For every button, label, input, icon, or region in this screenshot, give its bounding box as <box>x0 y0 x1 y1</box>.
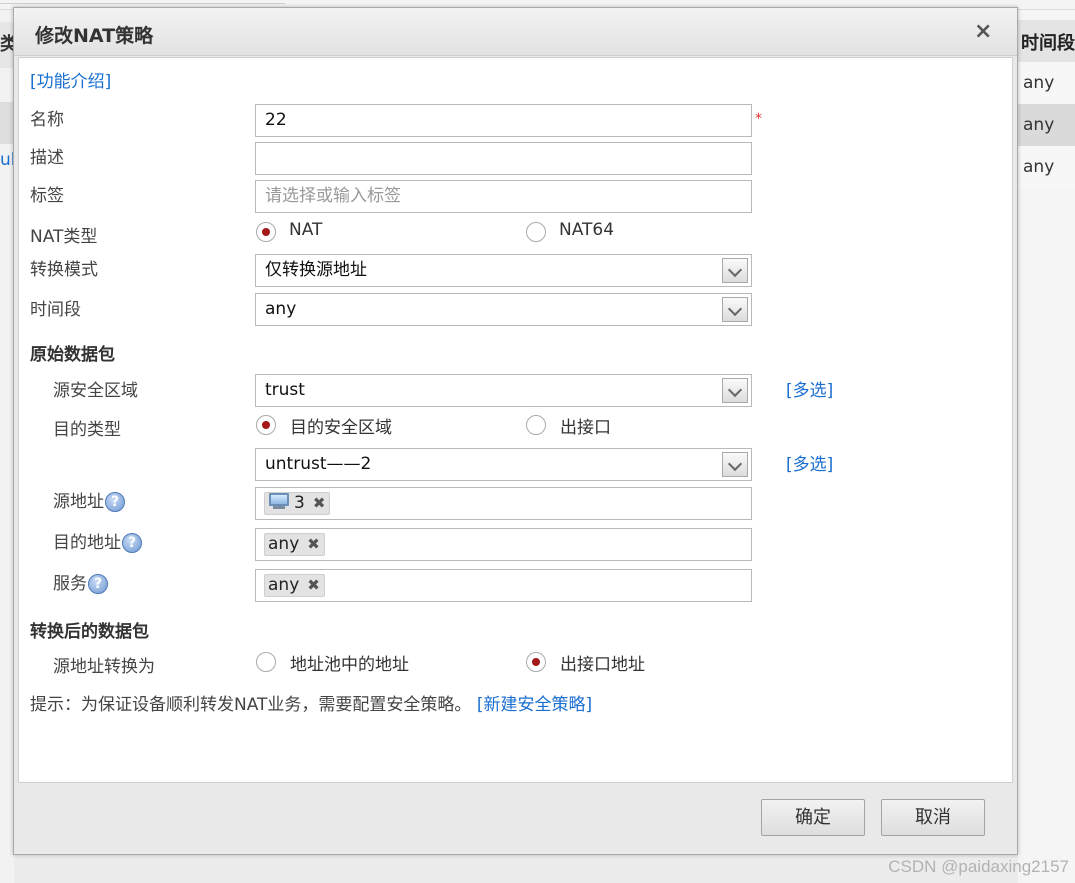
edit-nat-policy-dialog: 修改NAT策略 × [功能介绍] 名称 22 * 描述 标签 请选择或输入标签 … <box>13 7 1018 855</box>
source-address-label: 源地址? <box>53 487 125 512</box>
tags-placeholder: 请选择或输入标签 <box>265 186 401 206</box>
dialog-titlebar[interactable]: 修改NAT策略 × <box>14 8 1017 56</box>
nat-type-label: NAT类型 <box>30 227 98 247</box>
background-selected-row <box>0 102 14 144</box>
help-icon[interactable]: ? <box>122 533 142 553</box>
background-tab-strip <box>0 0 285 4</box>
background-cell[interactable]: any <box>1018 104 1075 146</box>
destination-type-option-interface[interactable]: 出接口 <box>560 413 611 438</box>
security-policy-tip: 提示：为保证设备顺利转发NAT业务，需要配置安全策略。 [新建安全策略] <box>30 690 592 715</box>
destination-type-radio-zone[interactable] <box>256 415 276 435</box>
help-icon[interactable]: ? <box>88 574 108 594</box>
watermark: CSDN @paidaxing2157 <box>888 857 1069 876</box>
required-mark: * <box>755 111 762 127</box>
source-convert-radio-interface[interactable] <box>526 652 546 672</box>
close-icon[interactable]: × <box>974 19 992 44</box>
source-convert-option-pool[interactable]: 地址池中的地址 <box>290 650 409 675</box>
feature-intro-link[interactable]: [功能介绍] <box>30 67 111 92</box>
nat-type-radio-nat[interactable] <box>256 222 276 242</box>
service-tag: any ✖ <box>264 574 325 597</box>
source-address-input[interactable]: 3 ✖ <box>255 487 752 520</box>
remove-icon[interactable]: ✖ <box>307 575 320 596</box>
destination-type-label: 目的类型 <box>53 420 121 440</box>
original-packet-section: 原始数据包 <box>30 345 115 365</box>
background-cell[interactable]: any <box>1018 146 1075 188</box>
tip-text: 提示：为保证设备顺利转发NAT业务，需要配置安全策略。 <box>30 695 472 715</box>
chevron-down-icon[interactable] <box>722 452 748 477</box>
help-icon[interactable]: ? <box>105 492 125 512</box>
remove-icon[interactable]: ✖ <box>307 534 320 555</box>
computer-icon <box>268 493 290 510</box>
new-security-policy-link[interactable]: [新建安全策略] <box>477 695 592 715</box>
source-convert-option-interface[interactable]: 出接口地址 <box>560 650 645 675</box>
destination-address-label: 目的地址? <box>53 528 142 553</box>
service-input[interactable]: any ✖ <box>255 569 752 602</box>
dialog-content: [功能介绍] 名称 22 * 描述 标签 请选择或输入标签 NAT类型 NAT … <box>18 57 1013 783</box>
source-convert-radio-pool[interactable] <box>256 652 276 672</box>
description-label: 描述 <box>30 148 64 168</box>
translated-packet-section: 转换后的数据包 <box>30 622 149 642</box>
chevron-down-icon[interactable] <box>722 258 748 283</box>
remove-icon[interactable]: ✖ <box>313 493 326 514</box>
service-tag-text: any <box>268 575 300 595</box>
source-zone-value: trust <box>265 380 305 400</box>
convert-mode-select[interactable]: 仅转换源地址 <box>255 254 752 287</box>
source-address-tag: 3 ✖ <box>264 492 331 515</box>
background-left-column: 类 ul <box>0 10 18 883</box>
nat-type-option-nat64[interactable]: NAT64 <box>559 220 614 240</box>
convert-mode-value: 仅转换源地址 <box>265 260 367 280</box>
service-label: 服务? <box>53 569 108 594</box>
destination-address-input[interactable]: any ✖ <box>255 528 752 561</box>
description-input[interactable] <box>255 142 752 175</box>
background-time-range-header: 时间段 <box>1018 20 1075 68</box>
chevron-down-icon[interactable] <box>722 378 748 403</box>
dialog-title: 修改NAT策略 <box>35 25 154 47</box>
destination-address-tag-text: any <box>268 534 300 554</box>
source-convert-label: 源地址转换为 <box>53 657 155 677</box>
background-cell[interactable]: any <box>1018 62 1075 104</box>
destination-zone-value: untrust——2 <box>265 454 372 474</box>
time-range-select[interactable]: any <box>255 293 752 326</box>
source-address-label-text: 源地址 <box>53 492 104 512</box>
name-value: 22 <box>265 110 287 130</box>
chevron-down-icon[interactable] <box>722 297 748 322</box>
name-input[interactable]: 22 <box>255 104 752 137</box>
destination-type-radio-interface[interactable] <box>526 415 546 435</box>
destination-zone-select[interactable]: untrust——2 <box>255 448 752 481</box>
time-range-label: 时间段 <box>30 300 81 320</box>
cancel-button[interactable]: 取消 <box>881 799 985 836</box>
source-address-tag-text: 3 <box>294 493 305 513</box>
destination-address-tag: any ✖ <box>264 533 325 556</box>
tags-input[interactable]: 请选择或输入标签 <box>255 180 752 213</box>
background-right-column: 时间段 any any any <box>1018 10 1075 883</box>
destination-zone-multiselect-link[interactable]: [多选] <box>786 450 833 475</box>
tags-label: 标签 <box>30 186 64 206</box>
background-left-header: 类 <box>0 22 18 68</box>
convert-mode-label: 转换模式 <box>30 260 98 280</box>
nat-type-radio-nat64[interactable] <box>526 222 546 242</box>
service-label-text: 服务 <box>53 574 87 594</box>
source-zone-select[interactable]: trust <box>255 374 752 407</box>
dialog-footer: 确定 取消 <box>14 785 1017 854</box>
destination-address-label-text: 目的地址 <box>53 533 121 553</box>
name-label: 名称 <box>30 110 64 130</box>
confirm-button[interactable]: 确定 <box>761 799 865 836</box>
time-range-value: any <box>265 299 297 319</box>
nat-type-option-nat[interactable]: NAT <box>289 220 322 240</box>
source-zone-label: 源安全区域 <box>53 381 138 401</box>
source-zone-multiselect-link[interactable]: [多选] <box>786 376 833 401</box>
destination-type-option-zone[interactable]: 目的安全区域 <box>290 413 392 438</box>
